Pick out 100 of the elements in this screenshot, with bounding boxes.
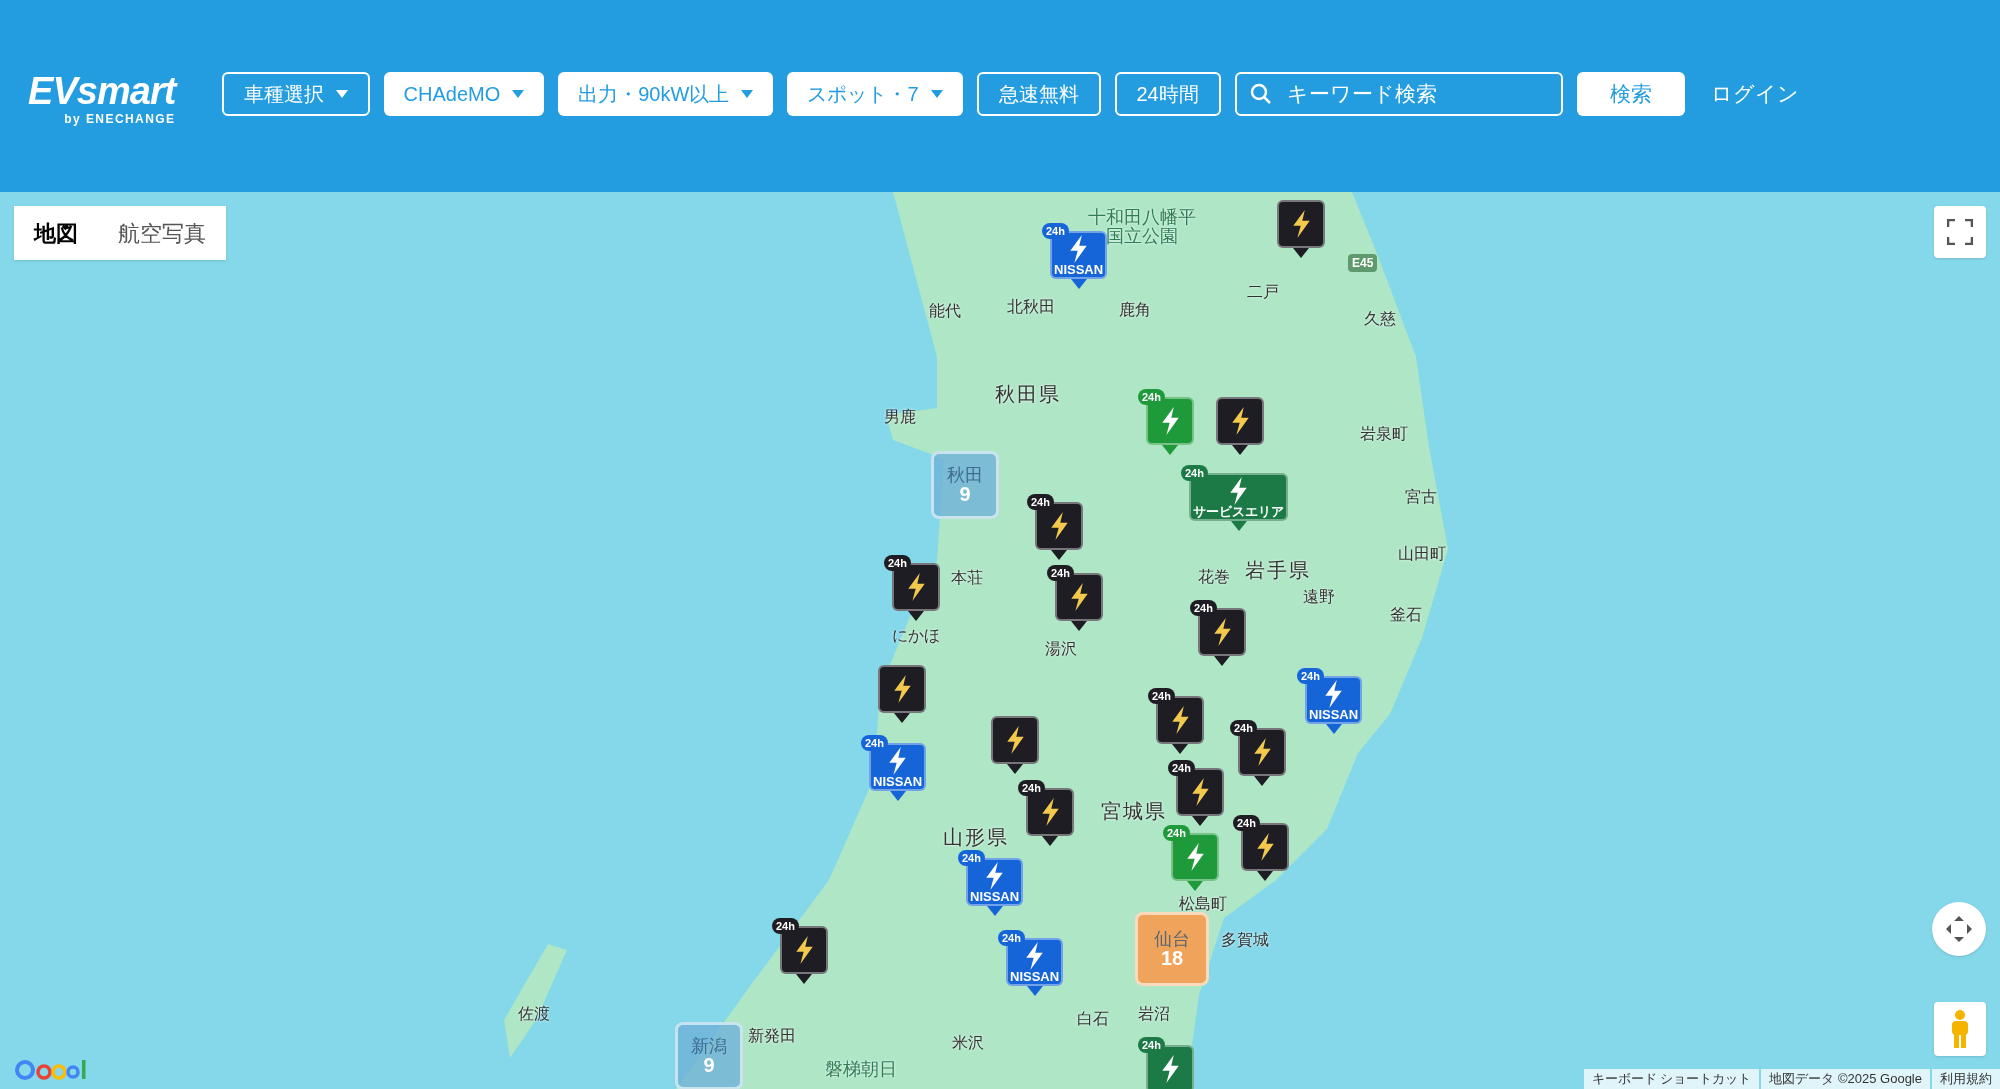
logo[interactable]: EVsmart by ENECHANGE <box>28 72 176 128</box>
brand-label: NISSAN <box>1054 262 1104 276</box>
place-label: 釜石 <box>1390 605 1422 625</box>
filter-button[interactable]: 出力・90kW以上 <box>558 72 774 116</box>
login-link[interactable]: ログイン <box>1710 72 1799 116</box>
hours-badge: 24h <box>1190 600 1217 616</box>
place-label: 宮城県 <box>1101 799 1167 824</box>
pin-tip <box>986 906 1003 916</box>
lightning-icon <box>1230 476 1247 505</box>
hours-badge: 24h <box>772 918 799 934</box>
filter-button[interactable]: スポット・7 <box>787 72 963 116</box>
pin-tip <box>1071 621 1087 631</box>
map-type-tab[interactable]: 航空写真 <box>98 206 226 260</box>
lightning-icon <box>795 936 813 964</box>
pin-tip <box>1162 445 1178 455</box>
lightning-icon <box>1213 618 1231 646</box>
attribution-link[interactable]: 地図データ ©2025 Google <box>1761 1069 1930 1089</box>
place-label: 能代 <box>929 301 961 321</box>
road-shield: E45 <box>1348 254 1378 272</box>
search-button[interactable]: 検索 <box>1576 72 1685 116</box>
place-label: 磐梯朝日 <box>824 1059 898 1079</box>
filter-button[interactable]: 24時間 <box>1114 72 1221 116</box>
pin-tip <box>1042 836 1058 846</box>
search-icon <box>1248 82 1273 106</box>
place-label: 花巻 <box>1198 567 1230 587</box>
filter-button[interactable]: 車種選択 <box>221 72 370 116</box>
hours-badge: 24h <box>1138 389 1165 405</box>
cluster-count: 9 <box>703 1055 715 1075</box>
hours-badge: 24h <box>1027 494 1054 510</box>
place-label: 岩手県 <box>1245 558 1311 583</box>
fullscreen-icon <box>1947 219 1973 245</box>
place-label: 新発田 <box>748 1026 796 1046</box>
place-label: 遠野 <box>1303 587 1335 607</box>
map[interactable] <box>0 192 2000 1089</box>
lightning-icon <box>1256 833 1274 861</box>
place-label: 二戸 <box>1247 282 1279 302</box>
place-label: 佐渡 <box>518 1004 550 1024</box>
brand-label: NISSAN <box>873 774 923 788</box>
pin-tip <box>1070 279 1087 289</box>
pin-tip <box>894 713 910 723</box>
search-field[interactable]: キーワード検索 <box>1234 72 1563 116</box>
camera-control-icon <box>1944 914 1974 944</box>
attribution-link[interactable]: 利用規約 <box>1932 1069 2000 1089</box>
place-label: 本荘 <box>951 568 983 588</box>
place-label: 米沢 <box>952 1033 984 1053</box>
camera-control-button[interactable] <box>1932 902 1986 956</box>
station-cluster[interactable]: 秋田 9 <box>931 451 999 519</box>
lightning-icon <box>1006 726 1024 754</box>
place-label: 宮古 <box>1405 487 1437 507</box>
place-label: 久慈 <box>1364 309 1396 329</box>
place-label: 岩沼 <box>1138 1004 1170 1024</box>
hours-badge: 24h <box>1230 720 1257 736</box>
hours-badge: 24h <box>958 850 985 866</box>
filter-button[interactable]: 急速無料 <box>976 72 1101 116</box>
cluster-area-label: 仙台 <box>1154 930 1190 948</box>
station-cluster[interactable]: 仙台 18 <box>1135 912 1209 986</box>
pin-tip <box>889 791 906 801</box>
lightning-icon <box>1161 1055 1179 1083</box>
hours-badge: 24h <box>1042 223 1069 239</box>
place-label: 湯沢 <box>1045 639 1077 659</box>
pin-tip <box>1325 724 1342 734</box>
place-label: 山田町 <box>1398 544 1446 564</box>
lightning-icon <box>1186 843 1204 871</box>
lightning-icon <box>1026 941 1044 970</box>
pin-tip <box>908 611 924 621</box>
place-label: 北秋田 <box>1007 297 1055 317</box>
pin-tip <box>1230 521 1247 531</box>
attribution-link[interactable]: キーボード ショートカット <box>1583 1069 1760 1089</box>
cluster-area-label: 秋田 <box>947 466 983 484</box>
place-label: 男鹿 <box>884 407 916 427</box>
lightning-icon <box>1325 679 1343 708</box>
lightning-icon <box>1253 738 1271 766</box>
lightning-icon <box>1292 210 1310 238</box>
hours-badge: 24h <box>1233 815 1260 831</box>
fullscreen-button[interactable] <box>1934 206 1986 258</box>
hours-badge: 24h <box>1018 780 1045 796</box>
brand-label: サービスエリア <box>1193 504 1284 518</box>
hours-badge: 24h <box>998 930 1025 946</box>
pin-tip <box>1254 776 1270 786</box>
place-label: 岩泉町 <box>1360 424 1408 444</box>
lightning-icon <box>1070 234 1088 263</box>
lightning-icon <box>1161 407 1179 435</box>
place-label: 山形県 <box>943 825 1009 850</box>
hours-badge: 24h <box>884 555 911 571</box>
hours-badge: 24h <box>1181 465 1208 481</box>
hours-badge: 24h <box>1138 1037 1165 1053</box>
pin-tip <box>1214 656 1230 666</box>
place-label: 白石 <box>1077 1009 1109 1029</box>
pin-tip <box>1293 248 1309 258</box>
filter-button[interactable]: CHAdeMO <box>383 72 545 116</box>
lightning-icon <box>1070 583 1088 611</box>
pin-tip <box>1026 986 1043 996</box>
brand-label: NISSAN <box>1010 969 1060 983</box>
lightning-icon <box>1041 798 1059 826</box>
station-cluster[interactable]: 新潟 9 <box>675 1022 743 1089</box>
place-label: 多賀城 <box>1221 930 1269 950</box>
lightning-icon <box>1171 706 1189 734</box>
map-type-tab[interactable]: 地図 <box>14 206 98 260</box>
cluster-count: 18 <box>1160 948 1184 968</box>
lightning-icon <box>986 861 1004 890</box>
